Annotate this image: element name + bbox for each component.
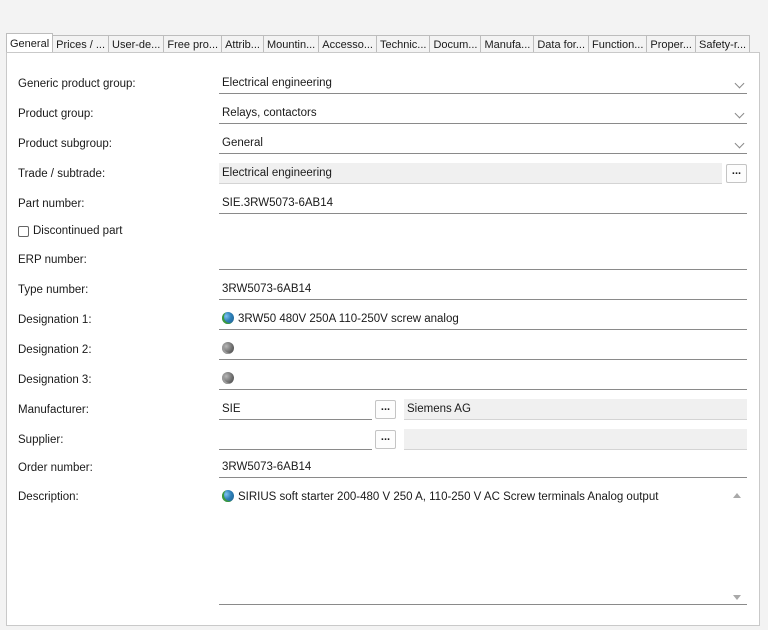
scroll-down-arrow-icon[interactable]	[733, 595, 741, 600]
general-tab-panel: Generic product group: Electrical engine…	[6, 52, 760, 626]
row-generic-product-group: Generic product group: Electrical engine…	[7, 73, 759, 95]
tab-function[interactable]: Function...	[589, 35, 648, 53]
product-group-select[interactable]: Relays, contactors	[219, 103, 747, 124]
row-erp-number: ERP number:	[7, 249, 759, 271]
row-discontinued: Discontinued part	[7, 221, 759, 243]
tab-general[interactable]: General	[6, 33, 54, 53]
row-manufacturer: Manufacturer: SIE ... Siemens AG	[7, 399, 759, 421]
type-number-label: Type number:	[18, 284, 89, 296]
tab-manufacturer[interactable]: Manufa...	[481, 35, 535, 53]
description-value: SIRIUS soft starter 200-480 V 250 A, 110…	[238, 491, 659, 503]
tab-user-defined[interactable]: User-de...	[109, 35, 165, 53]
part-number-value: SIE.3RW5073-6AB14	[222, 197, 334, 209]
trade-subtrade-value: Electrical engineering	[222, 167, 332, 179]
globe-icon[interactable]	[222, 342, 234, 354]
scroll-up-arrow-icon[interactable]	[733, 493, 741, 498]
type-number-value: 3RW5073-6AB14	[222, 283, 312, 295]
product-subgroup-value: General	[222, 137, 263, 149]
product-subgroup-select[interactable]: General	[219, 133, 747, 154]
description-label: Description:	[18, 491, 79, 503]
designation-1-value: 3RW50 480V 250A 110-250V screw analog	[238, 313, 459, 325]
window-top-strip	[0, 0, 768, 22]
generic-product-group-select[interactable]: Electrical engineering	[219, 73, 747, 94]
tab-accessories[interactable]: Accesso...	[319, 35, 377, 53]
globe-icon[interactable]	[222, 490, 234, 502]
designation-3-input[interactable]	[219, 369, 747, 390]
manufacturer-browse-button[interactable]: ...	[375, 400, 396, 419]
tab-documents[interactable]: Docum...	[430, 35, 482, 53]
trade-subtrade-label: Trade / subtrade:	[18, 168, 106, 180]
designation-2-label: Designation 2:	[18, 344, 92, 356]
tab-data-for[interactable]: Data for...	[534, 35, 590, 53]
chevron-down-icon	[734, 78, 745, 89]
tab-mounting[interactable]: Mountin...	[263, 35, 320, 53]
row-designation-1: Designation 1: 3RW50 480V 250A 110-250V …	[7, 309, 759, 331]
row-order-number: Order number: 3RW5073-6AB14	[7, 457, 759, 479]
row-supplier: Supplier: ...	[7, 429, 759, 451]
row-designation-3: Designation 3:	[7, 369, 759, 391]
row-product-subgroup: Product subgroup: General	[7, 133, 759, 155]
supplier-label: Supplier:	[18, 434, 64, 446]
tab-properties[interactable]: Proper...	[647, 35, 696, 53]
part-number-label: Part number:	[18, 198, 85, 210]
tab-safety[interactable]: Safety-r...	[695, 35, 751, 53]
row-type-number: Type number: 3RW5073-6AB14	[7, 279, 759, 301]
row-trade-subtrade: Trade / subtrade: Electrical engineering…	[7, 163, 759, 185]
chevron-down-icon	[734, 108, 745, 119]
globe-icon[interactable]	[222, 312, 234, 324]
tab-bar: General Prices / ... User-de... Free pro…	[6, 33, 751, 53]
order-number-value: 3RW5073-6AB14	[222, 461, 312, 473]
description-textarea[interactable]: SIRIUS soft starter 200-480 V 250 A, 110…	[219, 487, 747, 605]
erp-number-label: ERP number:	[18, 254, 87, 266]
chevron-down-icon	[734, 138, 745, 149]
product-group-value: Relays, contactors	[222, 107, 317, 119]
erp-number-input[interactable]	[219, 249, 747, 270]
manufacturer-name-field: Siemens AG	[404, 399, 747, 420]
designation-1-label: Designation 1:	[18, 314, 92, 326]
discontinued-part-label[interactable]: Discontinued part	[33, 225, 123, 237]
type-number-input[interactable]: 3RW5073-6AB14	[219, 279, 747, 300]
supplier-input[interactable]	[219, 429, 372, 450]
designation-2-input[interactable]	[219, 339, 747, 360]
manufacturer-input[interactable]: SIE	[219, 399, 372, 420]
designation-3-label: Designation 3:	[18, 374, 92, 386]
product-group-label: Product group:	[18, 108, 94, 120]
order-number-input[interactable]: 3RW5073-6AB14	[219, 457, 747, 478]
order-number-label: Order number:	[18, 462, 93, 474]
designation-1-input[interactable]: 3RW50 480V 250A 110-250V screw analog	[219, 309, 747, 330]
row-part-number: Part number: SIE.3RW5073-6AB14	[7, 193, 759, 215]
tab-technical[interactable]: Technic...	[377, 35, 431, 53]
generic-product-group-value: Electrical engineering	[222, 77, 332, 89]
supplier-name-field	[404, 429, 747, 450]
trade-subtrade-field: Electrical engineering	[219, 163, 722, 184]
row-product-group: Product group: Relays, contactors	[7, 103, 759, 125]
tab-prices[interactable]: Prices / ...	[53, 35, 110, 53]
generic-product-group-label: Generic product group:	[18, 78, 136, 90]
supplier-browse-button[interactable]: ...	[375, 430, 396, 449]
tab-attributes[interactable]: Attrib...	[222, 35, 264, 53]
product-subgroup-label: Product subgroup:	[18, 138, 112, 150]
manufacturer-name-value: Siemens AG	[407, 403, 471, 415]
row-designation-2: Designation 2:	[7, 339, 759, 361]
discontinued-part-checkbox[interactable]	[18, 226, 29, 237]
manufacturer-label: Manufacturer:	[18, 404, 89, 416]
globe-icon[interactable]	[222, 372, 234, 384]
manufacturer-value: SIE	[222, 403, 241, 415]
trade-subtrade-browse-button[interactable]: ...	[726, 164, 747, 183]
part-number-input[interactable]: SIE.3RW5073-6AB14	[219, 193, 747, 214]
tab-free-properties[interactable]: Free pro...	[164, 35, 223, 53]
